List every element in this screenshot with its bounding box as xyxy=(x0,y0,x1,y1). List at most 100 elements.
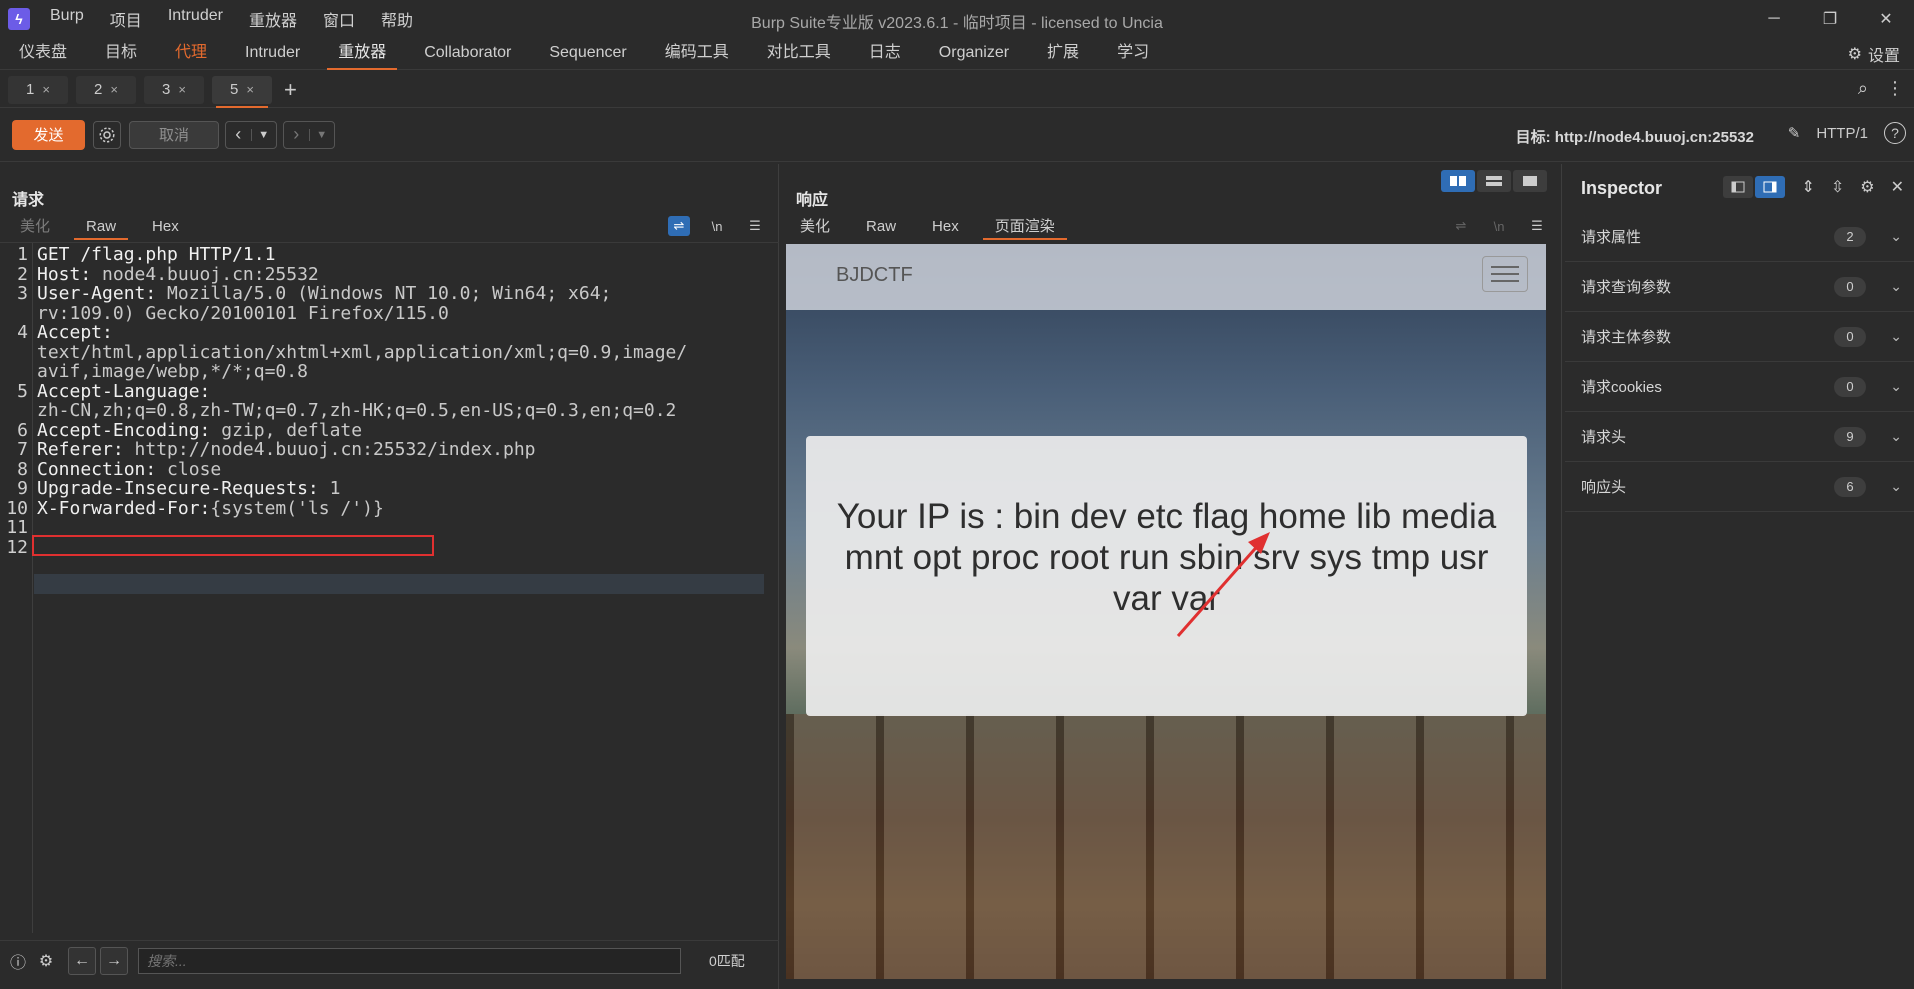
cancel-button[interactable]: 取消 xyxy=(129,120,219,149)
inspector-section-cookies[interactable]: 请求cookies 0 ⌄ xyxy=(1565,362,1914,412)
close-tab-icon[interactable]: × xyxy=(178,82,186,97)
tab-raw[interactable]: Raw xyxy=(848,216,914,240)
close-tab-icon[interactable]: × xyxy=(110,82,118,97)
show-newlines-icon[interactable]: \n xyxy=(706,216,728,236)
line-code: User-Agent: Mozilla/5.0 (Windows NT 10.0… xyxy=(37,284,767,304)
tab-dashboard[interactable]: 仪表盘 xyxy=(0,38,86,70)
line-number: 12 xyxy=(6,536,28,558)
single-layout-icon[interactable] xyxy=(1513,170,1547,192)
tab-target[interactable]: 目标 xyxy=(86,38,156,70)
close-tab-icon[interactable]: × xyxy=(246,82,254,97)
inspector-section-request-attributes[interactable]: 请求属性 2 ⌄ xyxy=(1565,212,1914,262)
layout-toggle xyxy=(1441,170,1547,192)
help-icon[interactable]: ? xyxy=(1884,122,1906,144)
tab-intruder[interactable]: Intruder xyxy=(226,38,319,70)
tab-collaborator[interactable]: Collaborator xyxy=(405,38,530,70)
target-label: 目标: http://node4.buuoj.cn:25532 xyxy=(1515,129,1754,146)
tab-proxy[interactable]: 代理 xyxy=(156,38,226,70)
wrap-lines-icon[interactable]: ⇌ xyxy=(1450,216,1472,236)
menu-icon[interactable]: ☰ xyxy=(744,216,766,236)
collapse-all-icon[interactable]: ⇳ xyxy=(1831,177,1844,197)
repeater-tab[interactable]: 2 × xyxy=(76,75,136,104)
line-number: 2 xyxy=(17,263,28,285)
send-settings-button[interactable] xyxy=(93,120,121,149)
search-icon[interactable]: ⌕ xyxy=(1858,78,1868,99)
menu-help[interactable]: 帮助 xyxy=(381,7,413,31)
add-tab-icon[interactable]: + xyxy=(284,77,297,103)
tab-hex[interactable]: Hex xyxy=(134,216,197,240)
more-options-icon[interactable]: ⋮ xyxy=(1886,78,1904,99)
repeater-tab-active[interactable]: 5 × xyxy=(212,75,272,108)
menu-burp[interactable]: Burp xyxy=(50,7,84,31)
menu-icon[interactable]: ☰ xyxy=(1526,216,1548,236)
layout-right-icon[interactable] xyxy=(1755,176,1786,198)
line-code: avif,image/webp,*/*;q=0.8 xyxy=(37,362,767,382)
minimize-icon[interactable]: ─ xyxy=(1746,0,1802,38)
header-value: gzip, deflate xyxy=(210,419,363,441)
chevron-down-icon: ⌄ xyxy=(1890,478,1902,494)
layout-left-icon[interactable] xyxy=(1723,176,1754,198)
inspector-section-body-params[interactable]: 请求主体参数 0 ⌄ xyxy=(1565,312,1914,362)
menu-repeater[interactable]: 重放器 xyxy=(249,7,297,31)
tab-pretty[interactable]: 美化 xyxy=(782,216,848,240)
tab-repeater[interactable]: 重放器 xyxy=(319,38,405,70)
window-controls: ─ ❐ ✕ xyxy=(1746,0,1914,38)
history-back-button[interactable]: ‹ ▼ xyxy=(225,120,277,149)
tab-organizer[interactable]: Organizer xyxy=(920,38,1028,70)
edit-target-icon[interactable]: ✎ xyxy=(1788,124,1801,142)
line-number-gutter xyxy=(0,243,33,933)
tab-comparer[interactable]: 对比工具 xyxy=(748,38,850,70)
menu-project[interactable]: 项目 xyxy=(110,7,142,31)
gear-icon[interactable]: ⚙ xyxy=(1860,177,1874,197)
history-forward-button[interactable]: › ▼ xyxy=(283,120,335,149)
count-badge: 0 xyxy=(1834,276,1866,297)
line-code: Upgrade-Insecure-Requests: 1 xyxy=(37,479,767,499)
close-icon[interactable]: ✕ xyxy=(1891,177,1904,197)
gear-icon[interactable]: ⚙ xyxy=(32,947,60,975)
title-bar: ϟ Burp 项目 Intruder 重放器 窗口 帮助 Burp Suite专… xyxy=(0,0,1914,38)
chevron-down-icon[interactable]: ▼ xyxy=(308,128,335,141)
arrow-left-icon[interactable]: ← xyxy=(68,946,96,975)
repeater-tab[interactable]: 3 × xyxy=(144,75,204,104)
header-value: close xyxy=(156,458,222,480)
send-button[interactable]: 发送 xyxy=(12,119,85,150)
section-label: 请求cookies xyxy=(1581,379,1662,396)
show-newlines-icon[interactable]: \n xyxy=(1488,216,1510,236)
repeater-tab[interactable]: 1 × xyxy=(8,75,68,104)
tab-sequencer[interactable]: Sequencer xyxy=(530,38,645,70)
close-tab-icon[interactable]: × xyxy=(42,82,50,97)
menu-intruder[interactable]: Intruder xyxy=(168,7,223,31)
maximize-icon[interactable]: ❐ xyxy=(1802,0,1858,38)
line-code: Accept: xyxy=(37,323,767,343)
stacked-layout-icon[interactable] xyxy=(1477,170,1511,192)
section-label: 响应头 xyxy=(1581,479,1627,496)
inspector-section-query-params[interactable]: 请求查询参数 0 ⌄ xyxy=(1565,262,1914,312)
http-version[interactable]: HTTP/1 xyxy=(1816,125,1868,142)
inspector-sections: 请求属性 2 ⌄ 请求查询参数 0 ⌄ 请求主体参数 0 ⌄ 请求cookies 0 ⌄ 请求头… xyxy=(1565,212,1914,512)
chevron-right-icon: › xyxy=(293,124,300,144)
inspector-section-response-headers[interactable]: 响应头 6 ⌄ xyxy=(1565,462,1914,512)
tab-render[interactable]: 页面渲染 xyxy=(977,216,1073,240)
menu-window[interactable]: 窗口 xyxy=(323,7,355,31)
tab-pretty[interactable]: 美化 xyxy=(2,216,68,240)
wrap-lines-icon[interactable]: ⇌ xyxy=(668,216,690,236)
search-input[interactable] xyxy=(138,947,681,974)
request-editor[interactable]: 1 GET /flag.php HTTP/1.1 2 Host: node4.buuo… xyxy=(0,242,779,933)
tab-extensions[interactable]: 扩展 xyxy=(1028,38,1098,70)
chevron-down-icon[interactable]: ▼ xyxy=(250,128,277,141)
arrow-right-icon[interactable]: → xyxy=(100,946,128,975)
tab-raw[interactable]: Raw xyxy=(68,216,134,240)
tab-decoder[interactable]: 编码工具 xyxy=(646,38,748,70)
inspector-section-request-headers[interactable]: 请求头 9 ⌄ xyxy=(1565,412,1914,462)
tab-logger[interactable]: 日志 xyxy=(850,38,920,70)
expand-all-icon[interactable]: ⇕ xyxy=(1801,177,1814,197)
help-icon[interactable]: ⓘ xyxy=(4,947,32,975)
settings-button[interactable]: ⚙ 设置 xyxy=(1848,42,1900,66)
side-by-side-layout-icon[interactable] xyxy=(1441,170,1475,192)
header-name: Connection: xyxy=(37,458,157,480)
line-number: 8 xyxy=(17,458,28,480)
close-icon[interactable]: ✕ xyxy=(1858,0,1914,38)
tab-hex[interactable]: Hex xyxy=(914,216,977,240)
tab-learn[interactable]: 学习 xyxy=(1098,38,1168,70)
repeater-tab-label: 3 xyxy=(162,81,171,98)
